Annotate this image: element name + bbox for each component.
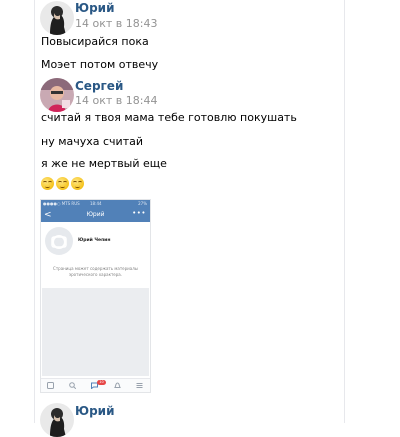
message-time[interactable]: 14 окт в 18:44	[75, 94, 157, 107]
phone-nav-bar: < Юрий •••	[41, 208, 150, 222]
profile-name: Юрий Чепин	[78, 238, 111, 243]
hidden-content-placeholder	[42, 288, 149, 376]
notifications-bell-icon	[114, 382, 121, 389]
left-divider	[34, 0, 35, 423]
status-battery: 27%	[138, 201, 147, 206]
search-icon	[69, 382, 76, 389]
message-text: считай я твоя мама тебе готовлю покушать	[41, 111, 297, 124]
smiling-face-emoji	[71, 177, 84, 190]
status-carrier: ●●●●○ MTS RUS	[43, 201, 80, 206]
left-column	[0, 0, 34, 423]
more-icon: •••	[132, 209, 146, 217]
camera-avatar-icon	[45, 227, 73, 255]
phone-tab-bar: 10	[41, 378, 150, 392]
message-text: Моэет потом отвечу	[41, 58, 159, 71]
avatar[interactable]	[40, 1, 74, 35]
message-author[interactable]: Юрий	[75, 404, 115, 418]
status-time: 18:44	[90, 201, 102, 206]
phone-status-bar: ●●●●○ MTS RUS 18:44 27%	[41, 200, 150, 208]
message-author[interactable]: Юрий	[75, 1, 115, 15]
news-icon	[47, 382, 54, 389]
smiling-face-emoji	[56, 177, 69, 190]
content-warning: Страница может содержать материалы эроти…	[53, 266, 138, 277]
message-text: ну мачуха считай	[41, 135, 143, 148]
menu-icon	[136, 382, 143, 389]
message-author[interactable]: Сергей	[75, 79, 123, 93]
smiling-face-emoji	[41, 177, 54, 190]
message-time[interactable]: 14 окт в 18:43	[75, 17, 157, 30]
attached-image[interactable]: ●●●●○ MTS RUS 18:44 27% < Юрий ••• Юрий …	[40, 199, 151, 393]
avatar[interactable]	[40, 403, 74, 437]
right-divider	[344, 0, 345, 423]
unread-badge: 10	[97, 380, 106, 385]
avatar[interactable]	[40, 78, 74, 112]
message-text: Повысирайся пока	[41, 35, 149, 48]
message-text: я же не мертвый еще	[41, 157, 167, 170]
